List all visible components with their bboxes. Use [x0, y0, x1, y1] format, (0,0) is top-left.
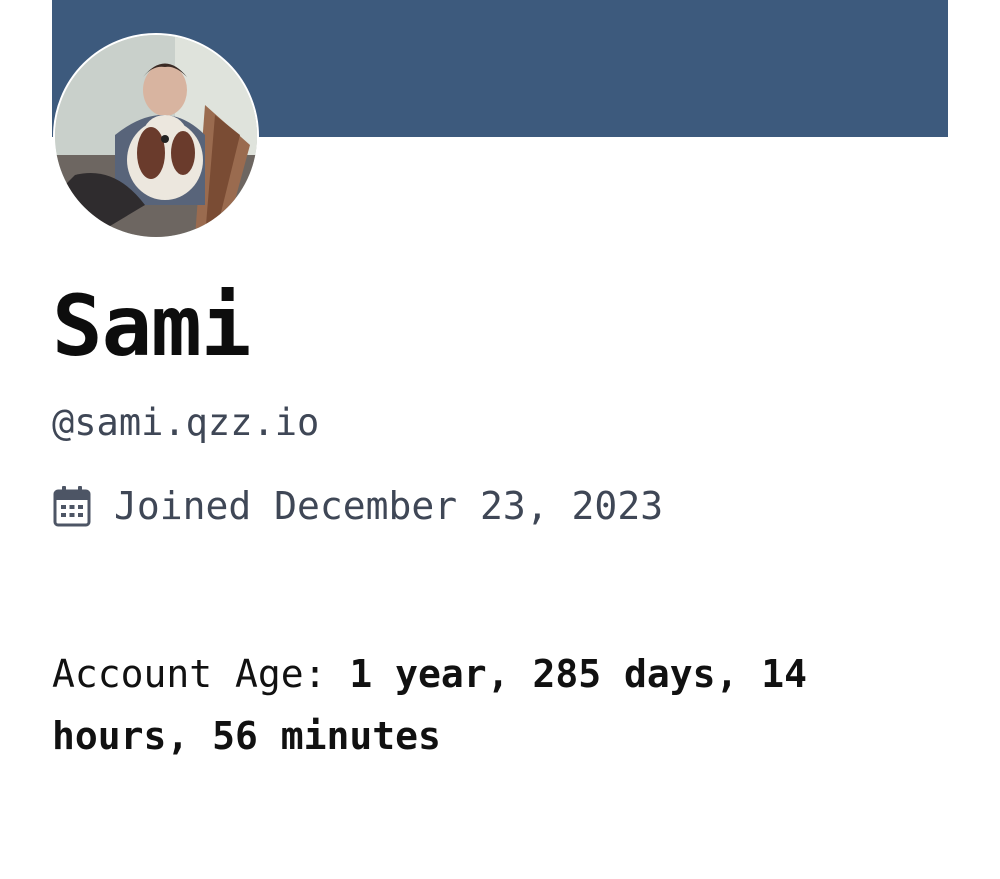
- joined-date: Joined December 23, 2023: [114, 484, 664, 528]
- account-age: Account Age: 1 year, 285 days, 14 hours,…: [52, 643, 932, 767]
- account-age-label: Account Age:: [52, 652, 350, 696]
- joined-row: Joined December 23, 2023: [52, 482, 663, 530]
- avatar[interactable]: [53, 33, 259, 239]
- profile-page: Sami @sami.qzz.io Joined December 23, 20…: [0, 0, 1000, 879]
- handle[interactable]: @sami.qzz.io: [52, 400, 319, 446]
- calendar-icon: [52, 484, 92, 528]
- display-name: Sami: [52, 277, 251, 375]
